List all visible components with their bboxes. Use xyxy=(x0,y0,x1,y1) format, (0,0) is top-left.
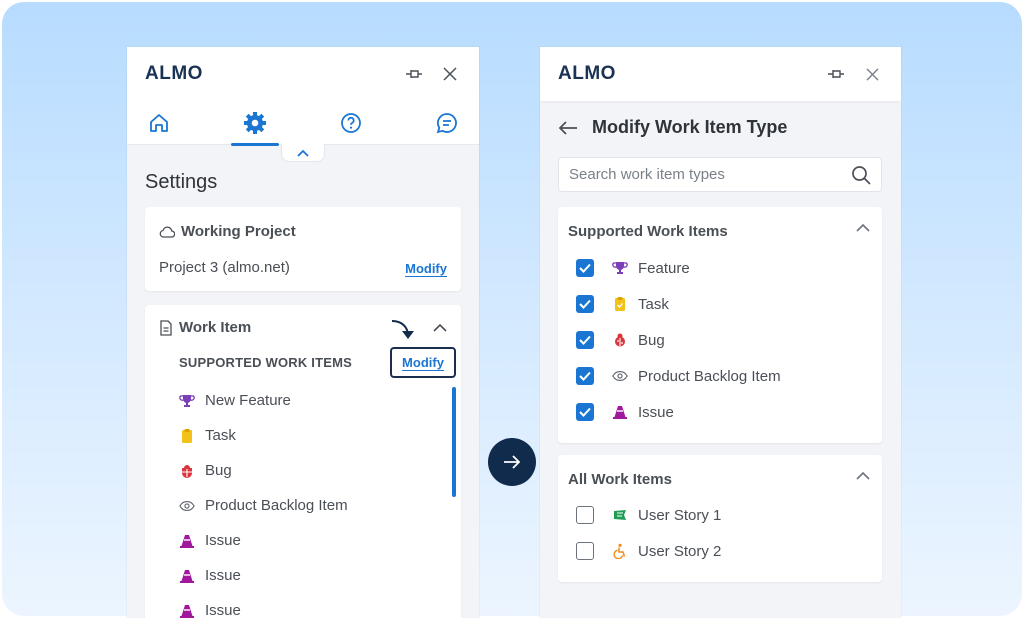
list-item[interactable]: Feature xyxy=(576,259,690,277)
search-box xyxy=(558,157,882,192)
close-icon[interactable] xyxy=(861,63,883,85)
chevron-up-icon[interactable] xyxy=(433,323,447,332)
tab-home[interactable] xyxy=(145,109,173,137)
item-label: Feature xyxy=(638,259,690,277)
item-label: Issue xyxy=(205,532,241,549)
scrollbar[interactable] xyxy=(452,387,456,497)
gear-icon xyxy=(244,111,266,134)
working-project-heading: Working Project xyxy=(159,223,296,240)
list-item[interactable]: Bug xyxy=(576,331,665,349)
chevron-up-icon[interactable] xyxy=(856,223,870,232)
modify-work-item-type-panel: ALMO Modify Work Item Type Supported Wor… xyxy=(540,47,901,618)
item-label: Issue xyxy=(638,403,674,421)
home-icon xyxy=(150,113,168,132)
bug-icon xyxy=(179,463,195,479)
cone-icon xyxy=(179,533,195,549)
almo-logo: ALMO xyxy=(558,63,616,84)
modify-work-items-button[interactable]: Modify xyxy=(390,347,456,378)
document-icon xyxy=(160,319,172,336)
checkbox-checked[interactable] xyxy=(576,295,594,313)
pin-icon[interactable] xyxy=(825,63,847,85)
list-item[interactable]: Issue xyxy=(179,567,241,584)
top-bar: ALMO xyxy=(540,47,901,101)
item-label: Issue xyxy=(205,567,241,584)
item-label: Bug xyxy=(638,331,665,349)
list-item[interactable]: Bug xyxy=(179,462,232,479)
next-arrow-button xyxy=(488,438,536,486)
arrow-right-icon xyxy=(504,455,521,469)
nav-tabs xyxy=(127,101,479,146)
pin-icon[interactable] xyxy=(403,63,425,85)
list-item[interactable]: Issue xyxy=(179,532,241,549)
work-item-title: Work Item xyxy=(179,319,252,336)
search-input[interactable] xyxy=(569,166,851,183)
eye-icon xyxy=(612,368,628,384)
checkbox-unchecked[interactable] xyxy=(576,542,594,560)
clipboard-icon xyxy=(179,428,195,444)
list-item[interactable]: New Feature xyxy=(179,392,291,409)
working-project-title: Working Project xyxy=(181,223,296,240)
item-label: New Feature xyxy=(205,392,291,409)
all-work-items-title: All Work Items xyxy=(568,471,672,488)
top-bar: ALMO xyxy=(127,47,479,101)
cloud-icon xyxy=(159,226,175,238)
cone-icon xyxy=(612,404,628,420)
checkbox-unchecked[interactable] xyxy=(576,506,594,524)
list-item[interactable]: Product Backlog Item xyxy=(179,497,348,514)
page-title: Settings xyxy=(145,171,218,193)
search-icon[interactable] xyxy=(851,165,871,185)
checkbox-checked[interactable] xyxy=(576,331,594,349)
settings-panel: ALMO Settings Working Project Project 3 … xyxy=(127,47,479,618)
item-label: User Story 2 xyxy=(638,542,722,560)
item-label: Product Backlog Item xyxy=(205,497,348,514)
list-item[interactable]: User Story 2 xyxy=(576,542,721,560)
list-item[interactable]: Issue xyxy=(179,602,241,618)
checkbox-checked[interactable] xyxy=(576,367,594,385)
panel-header: Modify Work Item Type xyxy=(558,117,787,138)
close-icon[interactable] xyxy=(439,63,461,85)
help-icon xyxy=(341,112,361,133)
panel-title: Modify Work Item Type xyxy=(592,117,788,137)
cone-icon xyxy=(179,568,195,584)
tab-settings[interactable] xyxy=(231,109,279,146)
item-label: User Story 1 xyxy=(638,506,722,524)
chat-icon xyxy=(436,112,457,133)
cone-icon xyxy=(179,603,195,618)
tab-help[interactable] xyxy=(337,109,365,137)
clipboard-icon xyxy=(612,296,628,312)
curved-arrow-icon xyxy=(391,320,414,339)
chevron-up-icon[interactable] xyxy=(856,471,870,480)
working-project-card: Working Project Project 3 (almo.net) Mod… xyxy=(145,207,461,291)
collapse-nav-button[interactable] xyxy=(281,144,325,162)
almo-logo: ALMO xyxy=(145,63,203,84)
modify-work-items-label: Modify xyxy=(402,355,444,370)
item-label: Bug xyxy=(205,462,232,479)
list-item[interactable]: Task xyxy=(179,427,236,444)
flag-icon xyxy=(612,507,628,523)
accessibility-icon xyxy=(612,543,628,559)
modify-project-link[interactable]: Modify xyxy=(405,261,447,276)
item-label: Task xyxy=(638,295,669,313)
bug-icon xyxy=(612,332,628,348)
checkbox-checked[interactable] xyxy=(576,403,594,421)
work-item-heading: Work Item xyxy=(159,319,251,336)
trophy-icon xyxy=(612,260,628,276)
list-item[interactable]: User Story 1 xyxy=(576,506,721,524)
list-item[interactable]: Task xyxy=(576,295,669,313)
back-arrow-icon[interactable] xyxy=(558,120,578,135)
list-item[interactable]: Issue xyxy=(576,403,674,421)
project-name: Project 3 (almo.net) xyxy=(159,259,290,276)
chevron-up-icon xyxy=(297,149,309,157)
eye-icon xyxy=(179,498,195,514)
supported-work-items-label: SUPPORTED WORK ITEMS xyxy=(179,355,353,370)
supported-work-items-title: Supported Work Items xyxy=(568,223,728,240)
item-label: Product Backlog Item xyxy=(638,367,781,385)
item-label: Issue xyxy=(205,602,241,618)
checkbox-checked[interactable] xyxy=(576,259,594,277)
item-label: Task xyxy=(205,427,236,444)
trophy-icon xyxy=(179,393,195,409)
tab-chat[interactable] xyxy=(433,109,461,137)
list-item[interactable]: Product Backlog Item xyxy=(576,367,781,385)
